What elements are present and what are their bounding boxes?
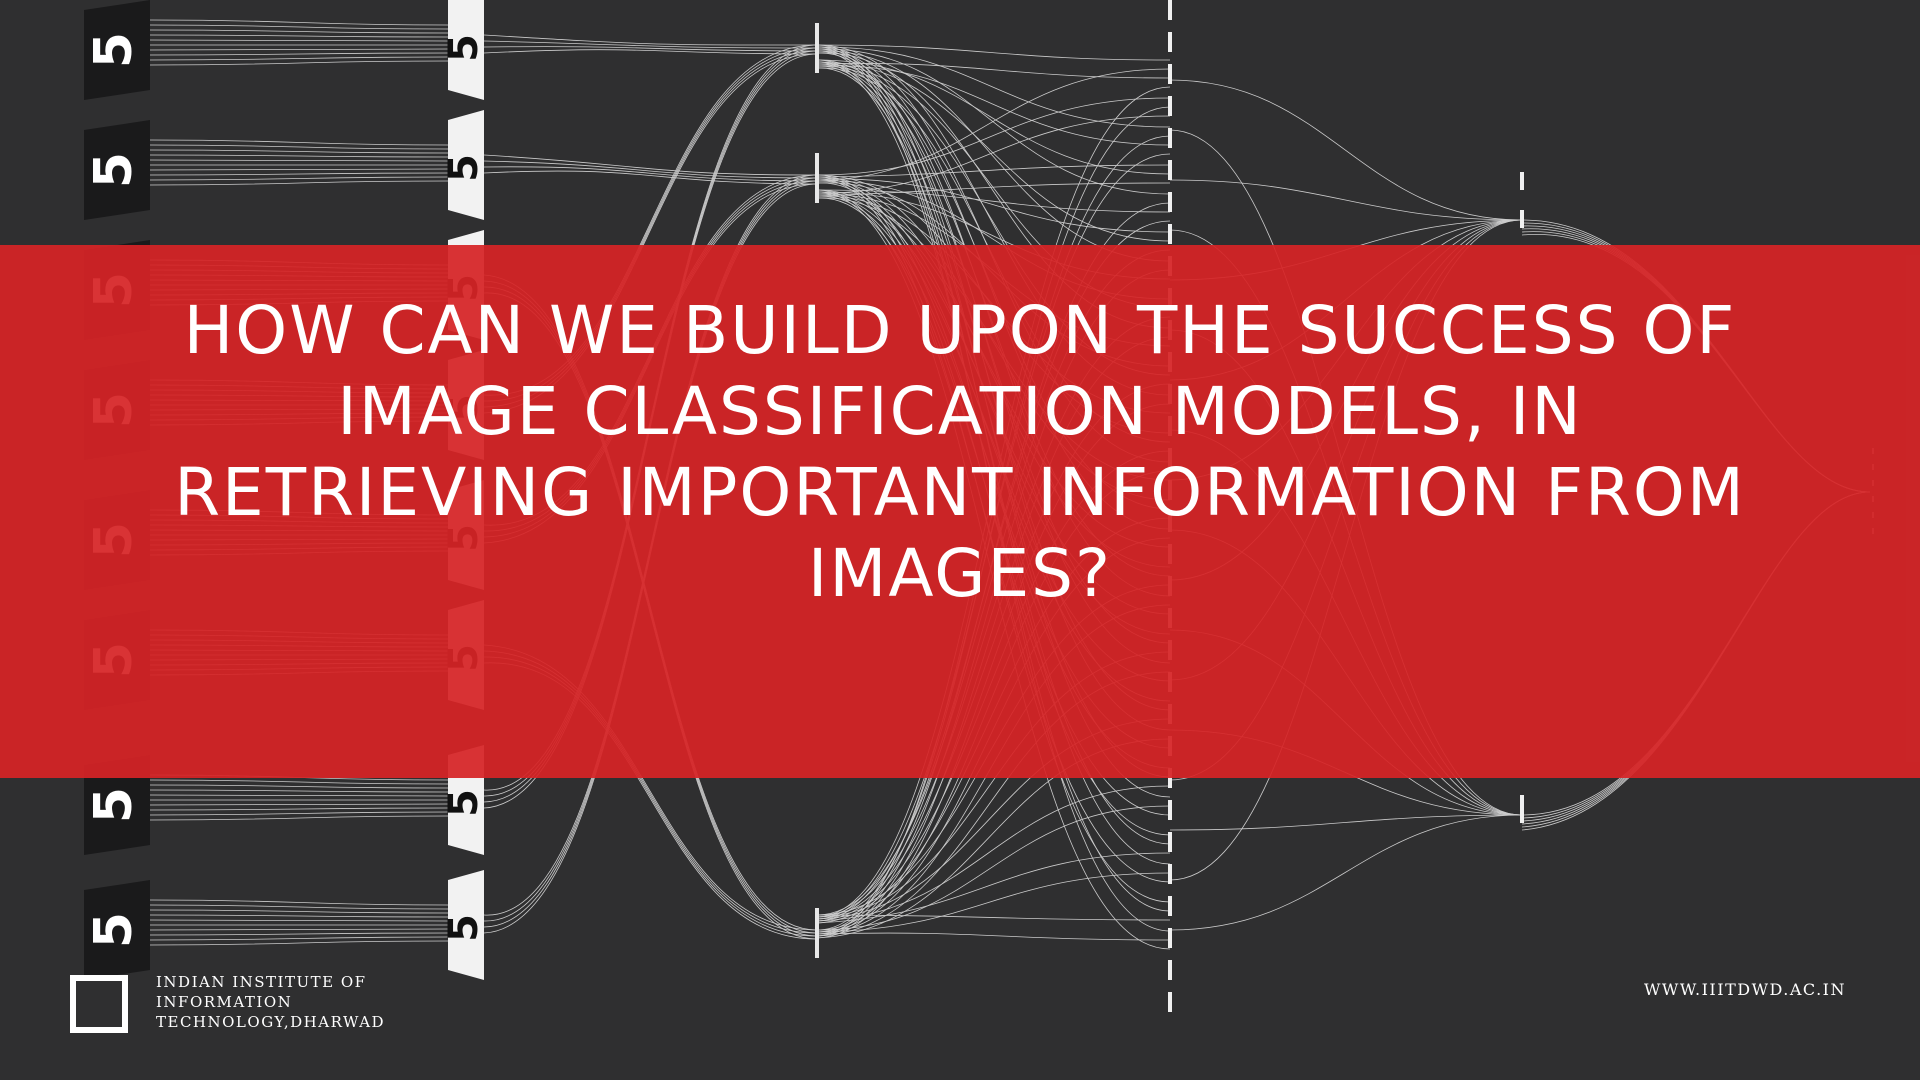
layer-unit — [1168, 96, 1172, 116]
website-url: WWW.IIITDWD.AC.IN — [1643, 980, 1846, 999]
svg-text:5: 5 — [441, 34, 487, 62]
institute-line-2: INFORMATION — [156, 993, 293, 1011]
layer-unit — [1168, 128, 1172, 148]
layer-unit — [1168, 160, 1172, 180]
svg-text:5: 5 — [441, 914, 487, 942]
layer-unit — [1168, 928, 1172, 948]
layer-unit — [1520, 172, 1524, 190]
svg-text:5: 5 — [84, 152, 144, 188]
svg-text:5: 5 — [441, 154, 487, 182]
layer-marker — [815, 153, 819, 203]
layer-unit — [1520, 805, 1524, 823]
layer-unit — [1520, 210, 1524, 228]
layer-unit — [1168, 0, 1172, 20]
institute-line-3: TECHNOLOGY,DHARWAD — [156, 1013, 386, 1031]
layer-unit — [1168, 864, 1172, 884]
layer-unit — [1168, 992, 1172, 1012]
svg-text:5: 5 — [84, 912, 144, 948]
digit-tile: 5 — [441, 870, 487, 980]
layer-unit — [1168, 224, 1172, 244]
layer-marker — [815, 908, 819, 958]
layer-unit — [1168, 960, 1172, 980]
layer-unit — [1168, 64, 1172, 84]
svg-text:5: 5 — [84, 32, 144, 68]
digit-tile: 5 — [441, 0, 487, 100]
institute-name: INDIAN INSTITUTE OF INFORMATION TECHNOLO… — [156, 972, 385, 1032]
digit-tile: 5 — [441, 110, 487, 220]
layer-unit — [1168, 896, 1172, 916]
layer-unit — [1168, 832, 1172, 852]
square-outline-icon — [70, 975, 128, 1033]
slide: 5555555555555555 HOW CAN WE BUILD UPON T… — [0, 0, 1920, 1080]
layer-unit — [1168, 32, 1172, 52]
digit-tile: 5 — [84, 0, 150, 100]
digit-tile: 5 — [84, 120, 150, 220]
digit-tile: 5 — [84, 880, 150, 980]
svg-text:5: 5 — [84, 787, 144, 823]
layer-unit — [1168, 192, 1172, 212]
layer-marker — [815, 23, 819, 73]
svg-text:5: 5 — [441, 789, 487, 817]
layer-unit — [1168, 800, 1172, 820]
institute-line-1: INDIAN INSTITUTE OF — [156, 973, 367, 991]
headline: HOW CAN WE BUILD UPON THE SUCCESS OF IMA… — [174, 292, 1746, 612]
